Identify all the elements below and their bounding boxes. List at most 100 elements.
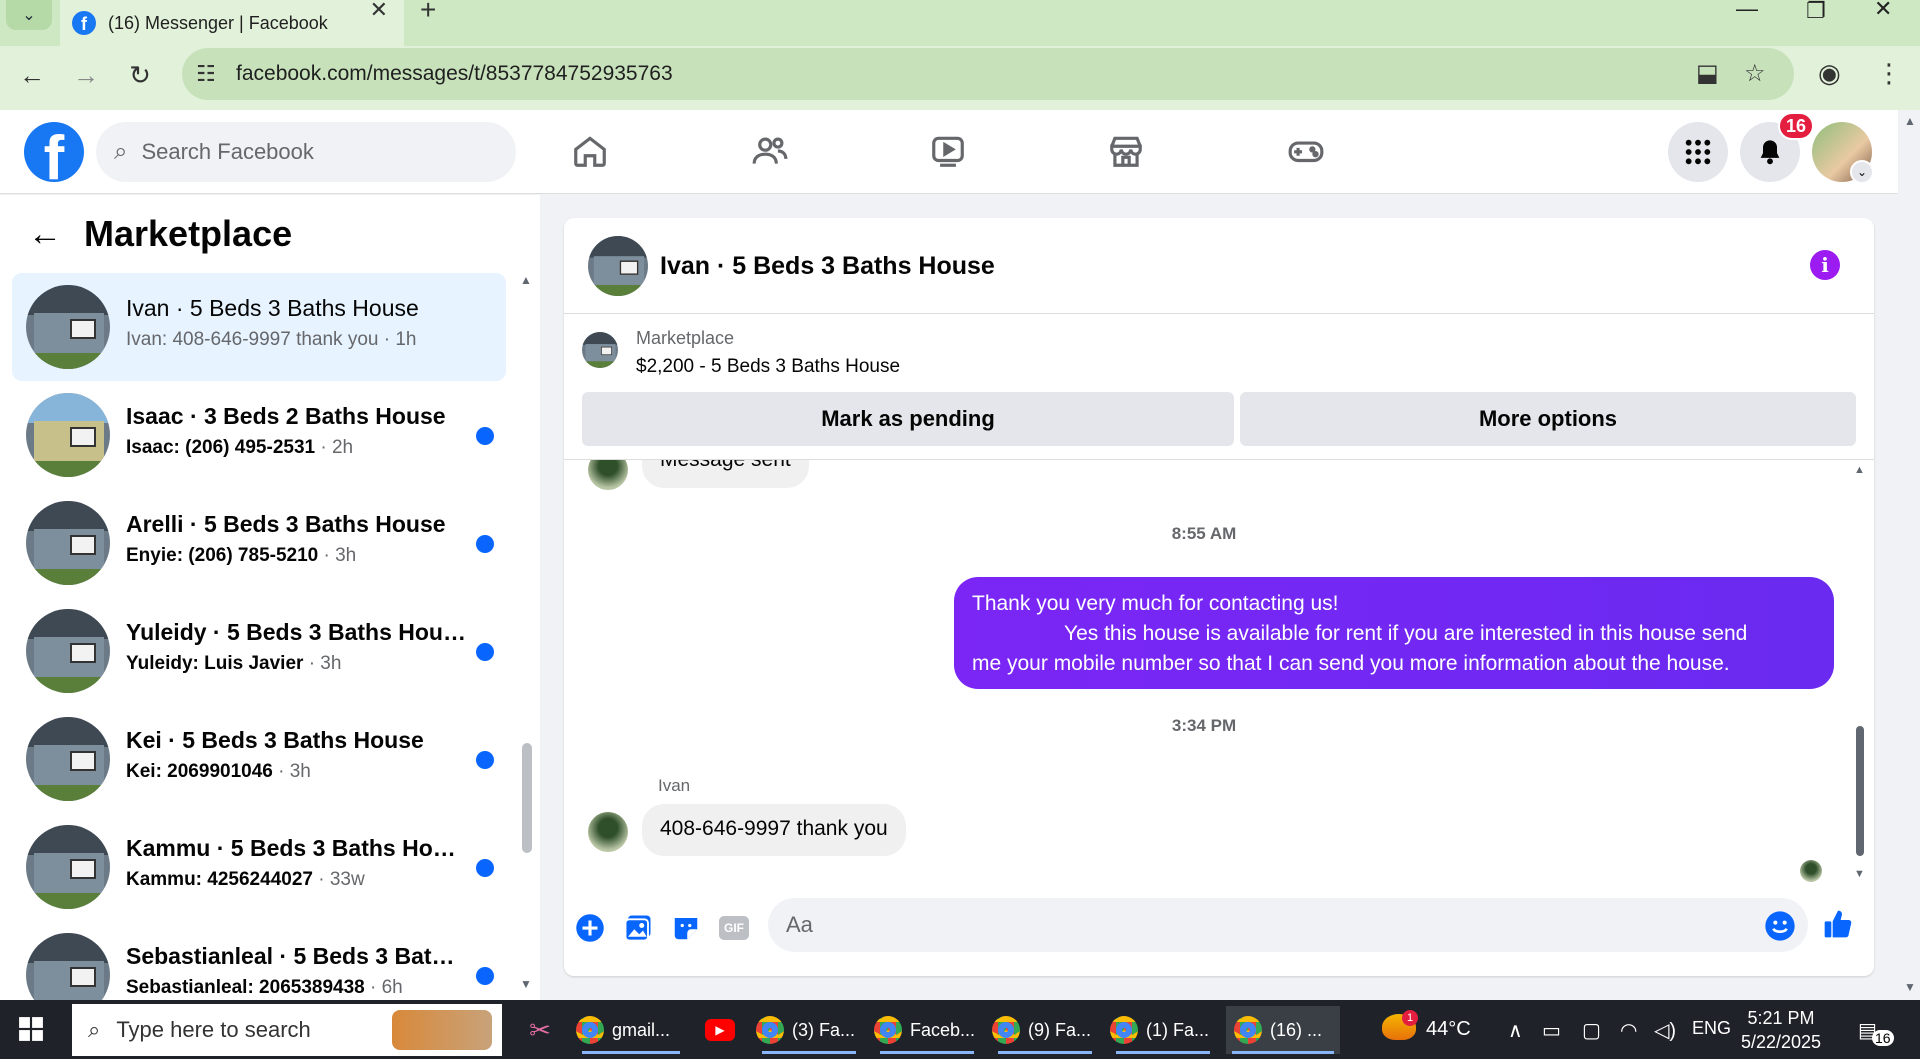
scroll-up-icon[interactable]: ▲ xyxy=(520,273,532,287)
sidebar-scrollbar[interactable]: ▲ ▼ xyxy=(520,273,534,993)
conversation-name: Kammu · 5 Beds 3 Baths House xyxy=(126,835,466,861)
conversation-item[interactable]: Isaac · 3 Beds 2 Baths House Isaac: (206)… xyxy=(12,381,506,489)
plus-circle-icon[interactable] xyxy=(574,912,606,944)
meet-now-icon[interactable]: ▢ xyxy=(1582,1018,1601,1043)
address-bar[interactable]: ☷ facebook.com/messages/t/85377847529357… xyxy=(182,48,1794,100)
conversation-preview-text: Ivan: 408-646-9997 thank you xyxy=(126,329,379,350)
site-settings-icon[interactable]: ☷ xyxy=(196,61,216,87)
clock-time: 5:21 PM xyxy=(1747,1008,1815,1028)
youtube-icon[interactable]: ▶ xyxy=(700,1006,740,1054)
profile-icon[interactable]: ◉ xyxy=(1818,58,1841,89)
message-thread: Message sent 8:55 AM Thank you very much… xyxy=(564,460,1874,890)
conversation-preview: Isaac: (206) 495-2531 · 2h xyxy=(126,437,353,459)
chat-panel: Ivan · 5 Beds 3 Baths House i Marketplac… xyxy=(564,218,1874,976)
volume-icon[interactable]: ◁) xyxy=(1654,1018,1676,1043)
conversation-time: · 2h xyxy=(315,437,354,458)
listing-card: Marketplace $2,200 - 5 Beds 3 Baths Hous… xyxy=(564,314,1874,460)
sender-avatar[interactable] xyxy=(588,460,628,490)
taskbar-app-chrome[interactable]: Faceb... xyxy=(874,1006,980,1054)
conversation-preview-text: Kei: 2069901046 xyxy=(126,761,273,782)
listing-thumbnail xyxy=(26,393,110,477)
back-arrow-icon[interactable]: ← xyxy=(28,215,68,254)
watch-video-icon[interactable] xyxy=(918,126,978,176)
listing-thumbnail xyxy=(26,501,110,585)
facebook-logo-icon[interactable]: f xyxy=(24,122,84,182)
chrome-icon xyxy=(1110,1016,1138,1044)
message-timestamp: 3:34 PM xyxy=(1171,716,1237,735)
conversation-item[interactable]: Kei · 5 Beds 3 Baths House Kei: 206990104… xyxy=(12,705,506,813)
taskbar-app-chrome[interactable]: (9) Fa... xyxy=(992,1006,1098,1054)
conversation-name: Isaac · 3 Beds 2 Baths House xyxy=(126,403,446,429)
battery-icon[interactable]: ▭ xyxy=(1542,1018,1561,1043)
scroll-down-icon[interactable]: ▼ xyxy=(1904,980,1916,994)
messages-scrollbar[interactable]: ▲ ▼ xyxy=(1854,464,1866,884)
language-indicator[interactable]: ENG xyxy=(1692,1018,1731,1039)
wifi-icon[interactable]: ◠ xyxy=(1620,1018,1637,1043)
thumbs-up-icon[interactable] xyxy=(1822,908,1854,940)
conversation-item[interactable]: Kammu · 5 Beds 3 Baths House Kammu: 42562… xyxy=(12,813,506,921)
conversation-item[interactable]: Arelli · 5 Beds 3 Baths House Enyie: (206… xyxy=(12,489,506,597)
sticker-icon[interactable] xyxy=(670,912,702,944)
chat-avatar[interactable] xyxy=(588,236,648,296)
taskbar-search-box[interactable]: ⌕ Type here to search xyxy=(72,1004,502,1056)
conversation-preview: Kammu: 4256244027 · 33w xyxy=(126,869,365,891)
new-tab-plus-icon[interactable]: + xyxy=(420,0,436,24)
forward-arrow-icon[interactable]: → xyxy=(68,60,104,91)
unread-dot xyxy=(476,535,494,553)
scroll-up-icon[interactable]: ▲ xyxy=(1904,114,1916,128)
marketplace-icon[interactable] xyxy=(1096,126,1156,176)
window-close-icon[interactable]: ✕ xyxy=(1874,0,1892,22)
facebook-search-box[interactable]: ⌕ Search Facebook xyxy=(96,122,516,182)
conversation-item[interactable]: Ivan · 5 Beds 3 Baths House Ivan: 408-646… xyxy=(12,273,506,381)
conversation-list: Ivan · 5 Beds 3 Baths House Ivan: 408-646… xyxy=(12,273,506,1029)
mark-as-pending-button[interactable]: Mark as pending xyxy=(582,392,1234,446)
scroll-down-icon[interactable]: ▼ xyxy=(1854,868,1865,880)
reload-icon[interactable]: ↻ xyxy=(122,60,158,91)
emoji-icon[interactable] xyxy=(1764,910,1796,942)
sidebar-scrollbar-thumb[interactable] xyxy=(522,743,532,853)
install-app-icon[interactable]: ⬓ xyxy=(1696,59,1719,88)
taskbar-app-chrome[interactable]: gmail... xyxy=(576,1006,686,1054)
taskbar-search-placeholder: Type here to search xyxy=(116,1017,311,1042)
bookmark-star-icon[interactable]: ☆ xyxy=(1744,59,1766,88)
more-menu-icon[interactable]: ⋮ xyxy=(1876,58,1902,89)
restore-icon[interactable]: ❐ xyxy=(1806,0,1826,24)
tab-search-button[interactable]: ⌄ xyxy=(6,0,52,30)
taskbar-app-chrome[interactable]: (3) Fa... xyxy=(756,1006,862,1054)
photo-gallery-icon[interactable] xyxy=(622,912,654,944)
chrome-icon xyxy=(576,1016,604,1044)
page-scrollbar[interactable]: ▲ ▼ xyxy=(1898,110,1920,1000)
tab-close-icon[interactable]: ✕ xyxy=(370,0,388,21)
scroll-down-icon[interactable]: ▼ xyxy=(520,977,532,991)
sender-avatar[interactable] xyxy=(588,812,628,852)
notification-center-count: 16 xyxy=(1872,1030,1894,1046)
snipping-tool-icon[interactable]: ✂ xyxy=(520,1006,560,1054)
taskbar-app-chrome[interactable]: (1) Fa... xyxy=(1110,1006,1216,1054)
taskbar-app-chrome-active[interactable]: (16) ... xyxy=(1226,1006,1340,1054)
conversation-item[interactable]: Yuleidy · 5 Beds 3 Baths House Yuleidy: L… xyxy=(12,597,506,705)
chat-header: Ivan · 5 Beds 3 Baths House i xyxy=(564,218,1874,314)
conversation-preview-text: Yuleidy: Luis Javier xyxy=(126,653,304,674)
windows-start-icon[interactable] xyxy=(18,1016,44,1049)
browser-tab-active[interactable]: f (16) Messenger | Facebook ✕ xyxy=(60,0,404,46)
listing-price[interactable]: $2,200 - 5 Beds 3 Baths House xyxy=(636,356,900,378)
info-icon[interactable]: i xyxy=(1810,250,1840,280)
home-icon[interactable] xyxy=(560,126,620,176)
taskbar-clock[interactable]: 5:21 PM 5/22/2025 xyxy=(1736,1006,1826,1054)
weather-temperature[interactable]: 44°C xyxy=(1426,1018,1471,1041)
conversation-preview: Enyie: (206) 785-5210 · 3h xyxy=(126,545,356,567)
gif-icon[interactable]: GIF xyxy=(718,912,750,944)
messages-scrollbar-thumb[interactable] xyxy=(1856,726,1864,856)
more-options-button[interactable]: More options xyxy=(1240,392,1856,446)
back-arrow-icon[interactable]: ← xyxy=(14,60,50,91)
listing-thumbnail[interactable] xyxy=(582,332,618,368)
scroll-up-icon[interactable]: ▲ xyxy=(1854,464,1865,476)
account-chevron-down-icon[interactable]: ⌄ xyxy=(1850,160,1874,184)
show-hidden-icons-icon[interactable]: ∧ xyxy=(1508,1018,1523,1043)
menu-grid-icon[interactable] xyxy=(1668,122,1728,182)
chat-title[interactable]: Ivan · 5 Beds 3 Baths House xyxy=(660,252,995,281)
friends-icon[interactable] xyxy=(740,126,800,176)
message-input[interactable] xyxy=(768,898,1808,952)
gaming-icon[interactable] xyxy=(1276,126,1336,176)
minimize-icon[interactable]: — xyxy=(1736,0,1758,22)
